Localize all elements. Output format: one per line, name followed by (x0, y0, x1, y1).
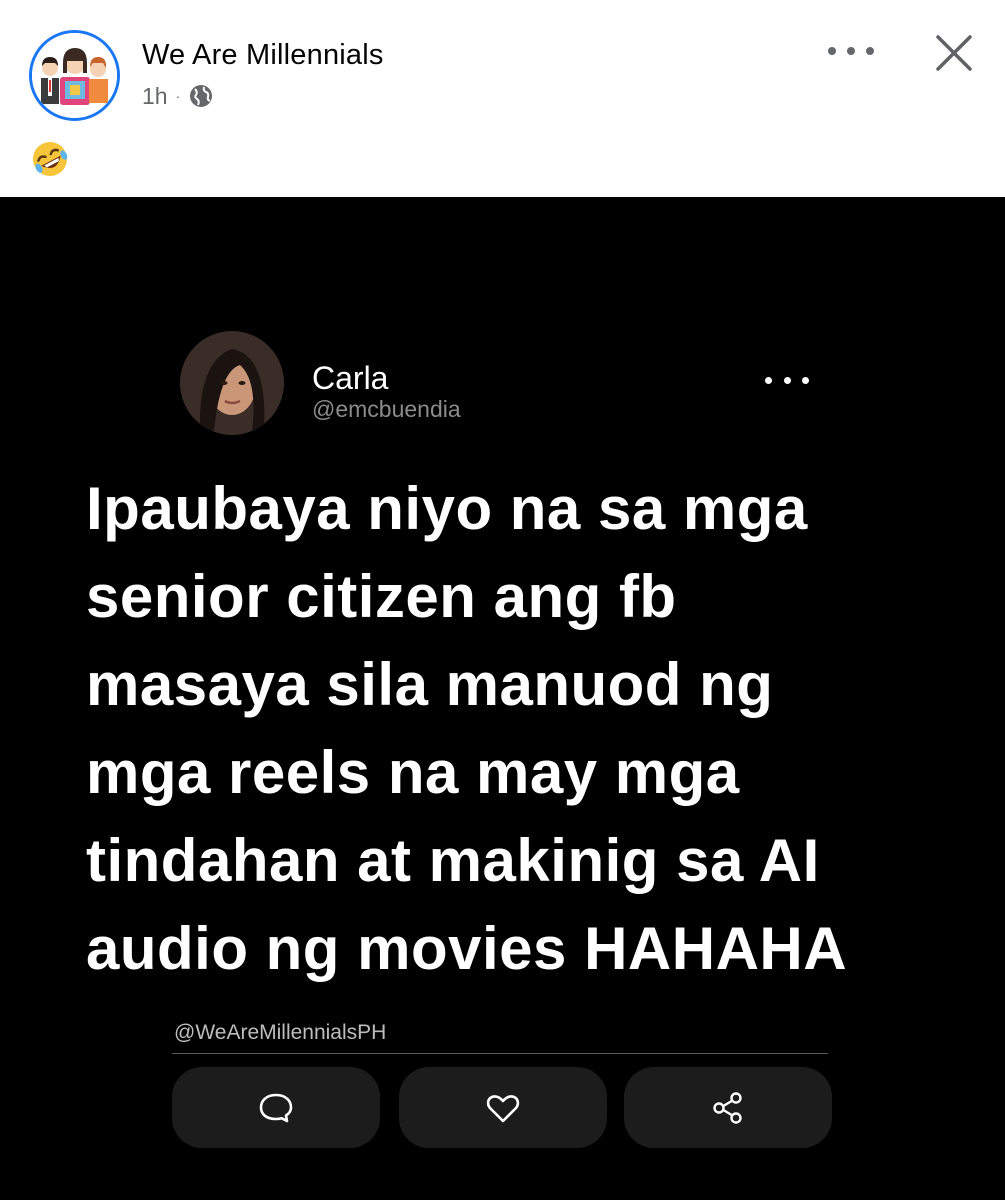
more-options-icon[interactable] (828, 38, 874, 64)
facebook-post: We Are Millennials 1h · Carla @emcbuendi… (0, 0, 1005, 1200)
avatar-illustration (32, 33, 117, 118)
like-button (399, 1067, 607, 1148)
post-meta: 1h · (142, 82, 214, 110)
tweet-line: tindahan at makinig sa AI (86, 827, 820, 894)
tweet-author-avatar (180, 331, 284, 435)
tweet-line: masaya sila manuod ng (86, 651, 774, 718)
meta-separator: · (175, 88, 181, 104)
rolling-on-floor-laughing-emoji (30, 139, 70, 179)
tweet-line: mga reels na may mga (86, 739, 740, 806)
tweet-author-name: Carla (312, 360, 389, 396)
tweet-more-icon (765, 375, 809, 385)
heart-icon (486, 1094, 520, 1122)
divider (172, 1053, 828, 1054)
share-button (624, 1067, 832, 1148)
tweet-text: Ipaubaya niyo na sa mga senior citizen a… (86, 465, 966, 993)
tweet-line: Ipaubaya niyo na sa mga (86, 475, 808, 542)
close-icon[interactable] (933, 32, 975, 74)
share-icon (713, 1091, 742, 1124)
tweet-line: senior citizen ang fb (86, 563, 677, 630)
post-time[interactable]: 1h (142, 83, 168, 110)
watermark: @WeAreMillennialsPH (174, 1021, 387, 1044)
comment-button (172, 1067, 380, 1148)
comment-icon (259, 1093, 293, 1122)
post-header: We Are Millennials 1h · (0, 0, 1005, 197)
tweet-line: audio ng movies HAHAHA (86, 915, 848, 982)
globe-icon[interactable] (188, 83, 214, 109)
page-avatar[interactable] (29, 30, 120, 121)
page-name[interactable]: We Are Millennials (142, 39, 384, 72)
tweet-author-handle: @emcbuendia (312, 396, 461, 422)
post-image[interactable]: Carla @emcbuendia Ipaubaya niyo na sa mg… (0, 197, 1005, 1200)
